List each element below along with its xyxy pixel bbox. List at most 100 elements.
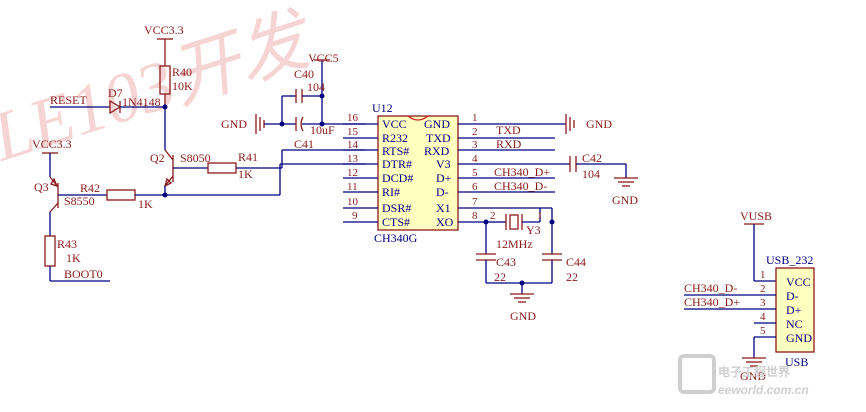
reset-label: RESET — [50, 93, 87, 107]
u12-pin15-num: 15 — [347, 126, 359, 138]
gnd-xtal-label: GND — [510, 309, 536, 323]
schematic-svg: LE103开发 VCC3.3 R40 10K RESET D7 1N4148 Q… — [0, 0, 815, 397]
u12-pin16-num: 16 — [347, 112, 359, 124]
r40-value: 10K — [172, 79, 193, 93]
usb-pin4-num: 4 — [760, 311, 766, 323]
gnd-right-label: GND — [586, 117, 612, 131]
c44-value: 22 — [566, 270, 578, 284]
u12-pin4-num: 4 — [472, 153, 478, 165]
u12-pin15-name: R232 — [382, 131, 408, 145]
u12-pin2-num: 2 — [472, 126, 478, 138]
c42-ref: C42 — [582, 151, 602, 165]
c40-ref: C40 — [294, 67, 314, 81]
y3-body — [509, 214, 519, 230]
u12-pin13-name: DTR# — [382, 157, 412, 171]
u12-pin10-num: 10 — [347, 196, 359, 208]
u12-chip: U12 CH340G 16 VCC 15 R232 14 RTS# 1 3 DTR… — [343, 101, 490, 245]
q3-value: S8550 — [64, 194, 95, 208]
r43-ref: R43 — [57, 237, 77, 251]
u12-pin14-num: 14 — [347, 139, 359, 151]
u12-ref: U12 — [372, 101, 393, 115]
u12-pin9-name: CTS# — [382, 215, 410, 229]
q2-collector — [164, 149, 174, 161]
u12-pin2-name: TXD — [426, 131, 451, 145]
junction-xo — [483, 219, 489, 225]
u12-pin12-name: DCD# — [382, 171, 413, 185]
u12-pin7-name: X1 — [436, 201, 451, 215]
junction-r40-d7 — [162, 104, 168, 110]
c42-value: 104 — [582, 167, 600, 181]
junction-vcc5-c40 — [319, 93, 325, 99]
rxd-label: RXD — [496, 137, 522, 151]
r41-value: 1K — [238, 167, 253, 181]
usb-pin1-name: VCC — [786, 275, 811, 289]
u12-pin14-name: RTS# — [382, 144, 409, 158]
vcc5-label: VCC5 — [308, 51, 339, 65]
y3-pin1: 1 — [537, 210, 543, 222]
u12-pin6-num: 6 — [472, 181, 478, 193]
u12-pin11-num: 11 — [347, 181, 358, 193]
c44-ref: C44 — [566, 255, 586, 269]
usb-pin3-name: D+ — [786, 303, 802, 317]
r43-body — [44, 235, 56, 267]
u12-pin8-name: XO — [436, 215, 454, 229]
usb-dp-label: CH340_D+ — [684, 295, 740, 309]
u12-pin5-num: 5 — [472, 167, 478, 179]
vcc33-top-label: VCC3.3 — [144, 23, 184, 37]
crystal-group: 2 1 Y3 12MHz C43 22 C44 22 GND — [476, 207, 586, 323]
u12-pin8-num: 8 — [472, 210, 478, 222]
usb-pin1-num: 1 — [760, 269, 766, 281]
c43-ref: C43 — [496, 255, 516, 269]
u12-pin3-name: RXD — [424, 144, 450, 158]
u12-pin3-num: 3 — [472, 139, 478, 151]
r41-body — [207, 162, 237, 174]
r40-ref: R40 — [172, 65, 192, 79]
q3-collector — [49, 202, 59, 213]
usb-ref: USB_232 — [766, 253, 813, 267]
d7-value: 1N4148 — [122, 95, 161, 109]
y3-ref: Y3 — [526, 223, 541, 237]
u12-pin10-name: DSR# — [382, 201, 411, 215]
q2-group: Q2 S8050 — [150, 149, 211, 195]
d7-ref: D7 — [108, 86, 123, 100]
usb-pin5-num: 5 — [760, 325, 766, 337]
usb-pin4-name: NC — [786, 317, 803, 331]
r42-value: 1K — [138, 197, 153, 211]
junction-x1 — [549, 219, 555, 225]
q3-ref: Q3 — [34, 180, 49, 194]
u12-pin9-num: 9 — [352, 210, 358, 222]
r41-group: R41 1K — [207, 149, 365, 181]
txd-label: TXD — [496, 123, 521, 137]
c40-value: 104 — [307, 80, 325, 94]
r41-ref: R41 — [238, 150, 258, 164]
r42-ref: R42 — [80, 181, 100, 195]
eeworld-logo-mark — [678, 354, 716, 394]
r42-body — [106, 189, 136, 201]
junction-gnd-caps — [279, 121, 285, 127]
u12-pin6-name: D- — [436, 185, 449, 199]
usb-pin2-num: 2 — [760, 283, 766, 295]
u12-pin1-num: 1 — [472, 112, 478, 124]
c41-ref: C41 — [294, 137, 314, 151]
r43-value: 1K — [66, 251, 81, 265]
boot0-label: BOOT0 — [64, 267, 103, 281]
usb-pin2-name: D- — [786, 289, 799, 303]
q2-value: S8050 — [180, 151, 211, 165]
u12-pin7-num: 7 — [472, 196, 478, 208]
ch340-dm-label: CH340_D- — [494, 179, 547, 193]
vcc33-left-label: VCC3.3 — [32, 137, 72, 151]
u12-pin5-name: D+ — [436, 171, 452, 185]
usb-dm-label: CH340_D- — [684, 281, 737, 295]
y3-pin2: 2 — [490, 210, 496, 222]
eeworld-logo-text: 电子工程世界 — [718, 364, 790, 379]
c43-value: 22 — [494, 270, 506, 284]
u12-pin16-name: VCC — [382, 117, 407, 131]
gnd-c42-label: GND — [612, 193, 638, 207]
c41-value: 10uF — [310, 123, 335, 137]
u12-pin1-name: GND — [424, 117, 450, 131]
u12-right-nets: GND TXD RXD C42 104 GND CH340_D+ CH340_D… — [490, 114, 638, 207]
u12-part: CH340G — [374, 231, 418, 245]
q2-ref: Q2 — [150, 151, 165, 165]
gnd-left-label: GND — [221, 117, 247, 131]
y3-value: 12MHz — [496, 237, 533, 251]
